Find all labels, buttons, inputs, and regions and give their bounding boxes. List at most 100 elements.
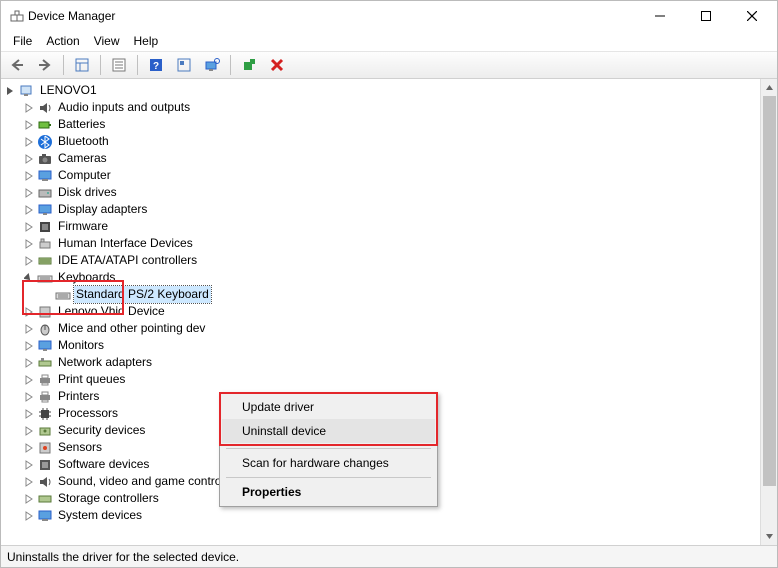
ctx-uninstall-device[interactable]: Uninstall device bbox=[222, 419, 435, 443]
expand-icon[interactable] bbox=[21, 477, 37, 487]
expand-icon[interactable] bbox=[21, 103, 37, 113]
expand-icon[interactable] bbox=[21, 239, 37, 249]
tree-item[interactable]: Print queues bbox=[3, 371, 760, 388]
expand-icon[interactable] bbox=[21, 460, 37, 470]
action-button[interactable] bbox=[172, 53, 196, 77]
tree-item-label[interactable]: Software devices bbox=[56, 456, 151, 473]
ctx-scan-hardware[interactable]: Scan for hardware changes bbox=[222, 451, 435, 475]
expand-icon[interactable] bbox=[21, 120, 37, 130]
expand-icon[interactable] bbox=[21, 358, 37, 368]
device-tree[interactable]: LENOVO1 Audio inputs and outputsBatterie… bbox=[1, 79, 760, 545]
scroll-up-icon[interactable] bbox=[761, 79, 778, 96]
expand-icon[interactable] bbox=[21, 273, 37, 283]
tree-item-label[interactable]: Storage controllers bbox=[56, 490, 161, 507]
tree-item-label[interactable]: Keyboards bbox=[56, 269, 117, 286]
device-category-icon bbox=[37, 236, 53, 252]
menu-action[interactable]: Action bbox=[40, 32, 85, 50]
expand-icon[interactable] bbox=[21, 188, 37, 198]
tree-item-label[interactable]: Disk drives bbox=[56, 184, 119, 201]
tree-item[interactable]: Cameras bbox=[3, 150, 760, 167]
tree-item[interactable]: System devices bbox=[3, 507, 760, 524]
expand-icon[interactable] bbox=[21, 392, 37, 402]
tree-item-label[interactable]: Printers bbox=[56, 388, 101, 405]
expand-icon[interactable] bbox=[21, 154, 37, 164]
back-button[interactable] bbox=[5, 53, 29, 77]
expand-icon[interactable] bbox=[21, 511, 37, 521]
tree-item-label[interactable]: Sound, video and game controllers bbox=[56, 473, 245, 490]
expand-icon[interactable] bbox=[3, 86, 19, 96]
tree-item[interactable]: Display adapters bbox=[3, 201, 760, 218]
close-button[interactable] bbox=[729, 1, 775, 31]
expand-icon[interactable] bbox=[21, 409, 37, 419]
properties-button[interactable] bbox=[107, 53, 131, 77]
tree-item-label[interactable]: Security devices bbox=[56, 422, 147, 439]
tree-item[interactable]: Mice and other pointing dev bbox=[3, 320, 760, 337]
tree-item[interactable]: Monitors bbox=[3, 337, 760, 354]
tree-item-label[interactable]: Lenovo Vhid Device bbox=[56, 303, 167, 320]
add-legacy-button[interactable] bbox=[237, 53, 261, 77]
tree-item-label[interactable]: System devices bbox=[56, 507, 144, 524]
tree-item-label[interactable]: Processors bbox=[56, 405, 120, 422]
expand-icon[interactable] bbox=[21, 426, 37, 436]
ctx-update-driver[interactable]: Update driver bbox=[222, 395, 435, 419]
tree-item[interactable]: Audio inputs and outputs bbox=[3, 99, 760, 116]
uninstall-button[interactable] bbox=[265, 53, 289, 77]
device-category-icon bbox=[37, 185, 53, 201]
show-hide-tree-button[interactable] bbox=[70, 53, 94, 77]
tree-item-label[interactable]: Firmware bbox=[56, 218, 110, 235]
expand-icon[interactable] bbox=[21, 494, 37, 504]
tree-item[interactable]: Computer bbox=[3, 167, 760, 184]
device-category-icon bbox=[37, 117, 53, 133]
expand-icon[interactable] bbox=[21, 375, 37, 385]
forward-button[interactable] bbox=[33, 53, 57, 77]
tree-item[interactable]: Batteries bbox=[3, 116, 760, 133]
expand-icon[interactable] bbox=[21, 256, 37, 266]
minimize-button[interactable] bbox=[637, 1, 683, 31]
tree-root-label[interactable]: LENOVO1 bbox=[38, 82, 99, 99]
menu-help[interactable]: Help bbox=[128, 32, 165, 50]
expand-icon[interactable] bbox=[21, 205, 37, 215]
vertical-scrollbar[interactable] bbox=[760, 79, 777, 545]
tree-item-label[interactable]: Print queues bbox=[56, 371, 127, 388]
tree-item[interactable]: Keyboards bbox=[3, 269, 760, 286]
tree-item-label[interactable]: Network adapters bbox=[56, 354, 154, 371]
tree-item[interactable]: Network adapters bbox=[3, 354, 760, 371]
menu-file[interactable]: File bbox=[7, 32, 38, 50]
client-area: LENOVO1 Audio inputs and outputsBatterie… bbox=[1, 79, 777, 545]
menu-view[interactable]: View bbox=[88, 32, 126, 50]
tree-item[interactable]: Bluetooth bbox=[3, 133, 760, 150]
tree-item-label[interactable]: Monitors bbox=[56, 337, 106, 354]
scroll-down-icon[interactable] bbox=[761, 528, 778, 545]
tree-item-label[interactable]: Human Interface Devices bbox=[56, 235, 195, 252]
help-button[interactable]: ? bbox=[144, 53, 168, 77]
scan-hardware-button[interactable] bbox=[200, 53, 224, 77]
device-category-icon bbox=[37, 219, 53, 235]
tree-item-label[interactable]: Mice and other pointing dev bbox=[56, 320, 207, 337]
expand-icon[interactable] bbox=[21, 222, 37, 232]
tree-item-label[interactable]: Batteries bbox=[56, 116, 107, 133]
ctx-properties[interactable]: Properties bbox=[222, 480, 435, 504]
tree-item-label[interactable]: Computer bbox=[56, 167, 113, 184]
tree-item[interactable]: Disk drives bbox=[3, 184, 760, 201]
tree-item-selected[interactable]: Standard PS/2 Keyboard bbox=[3, 286, 760, 303]
tree-item-label[interactable]: Audio inputs and outputs bbox=[56, 99, 192, 116]
computer-root-icon bbox=[19, 83, 35, 99]
tree-item[interactable]: Firmware bbox=[3, 218, 760, 235]
scroll-thumb[interactable] bbox=[763, 96, 776, 486]
expand-icon[interactable] bbox=[21, 171, 37, 181]
expand-icon[interactable] bbox=[21, 324, 37, 334]
expand-icon[interactable] bbox=[21, 443, 37, 453]
maximize-button[interactable] bbox=[683, 1, 729, 31]
tree-item[interactable]: Lenovo Vhid Device bbox=[3, 303, 760, 320]
tree-item-label[interactable]: IDE ATA/ATAPI controllers bbox=[56, 252, 199, 269]
tree-item-label[interactable]: Display adapters bbox=[56, 201, 149, 218]
tree-item[interactable]: IDE ATA/ATAPI controllers bbox=[3, 252, 760, 269]
tree-item-label[interactable]: Standard PS/2 Keyboard bbox=[74, 286, 211, 303]
tree-item-label[interactable]: Bluetooth bbox=[56, 133, 111, 150]
expand-icon[interactable] bbox=[21, 137, 37, 147]
expand-icon[interactable] bbox=[21, 307, 37, 317]
tree-item-label[interactable]: Cameras bbox=[56, 150, 109, 167]
tree-item[interactable]: Human Interface Devices bbox=[3, 235, 760, 252]
tree-item-label[interactable]: Sensors bbox=[56, 439, 104, 456]
expand-icon[interactable] bbox=[21, 341, 37, 351]
